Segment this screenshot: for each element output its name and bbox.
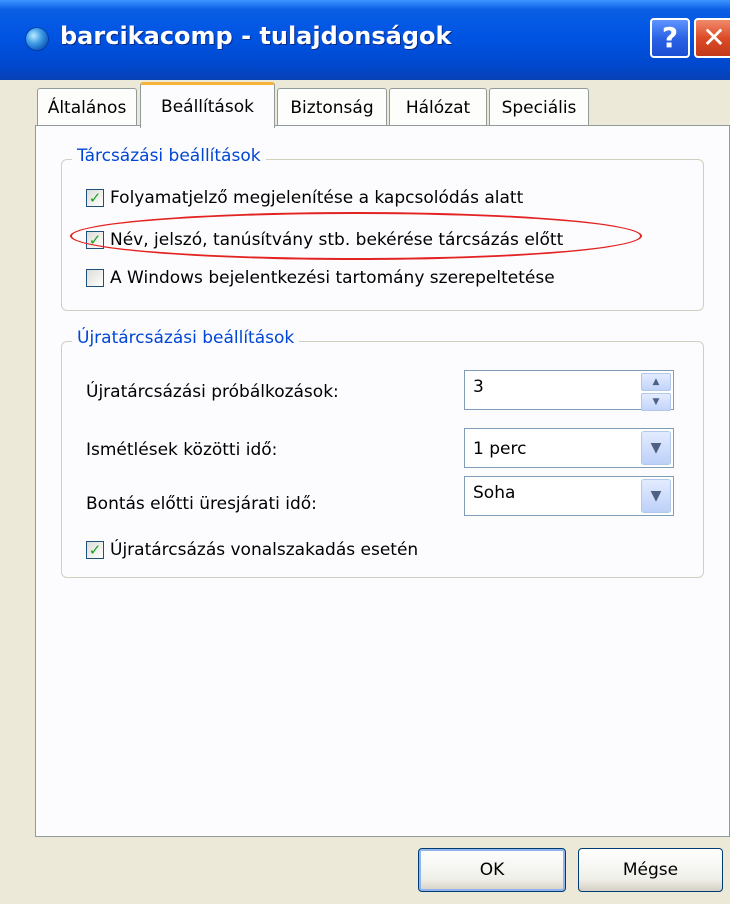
idle-time-value: Soha — [473, 483, 516, 503]
redial-interval-value: 1 perc — [473, 439, 527, 459]
prompt-credentials-option[interactable]: ✓ Név, jelszó, tanúsítvány stb. bekérése… — [86, 230, 563, 250]
include-domain-checkbox[interactable] — [86, 269, 104, 287]
spin-up-icon[interactable]: ▲ — [641, 373, 671, 391]
cancel-button[interactable]: Mégse — [578, 848, 723, 892]
chevron-down-icon[interactable]: ▼ — [641, 431, 671, 465]
include-domain-label: A Windows bejelentkezési tartomány szere… — [110, 268, 555, 288]
tab-general[interactable]: Általános — [37, 88, 137, 126]
show-progress-checkbox[interactable]: ✓ — [86, 189, 104, 207]
redial-settings-legend: Újratárcsázási beállítások — [72, 328, 300, 348]
redial-settings-group: Újratárcsázási beállítások Újratárcsázás… — [61, 328, 704, 578]
redial-on-drop-label: Újratárcsázás vonalszakadás esetén — [110, 540, 419, 560]
chevron-down-icon[interactable]: ▼ — [641, 479, 671, 513]
tab-settings[interactable]: Beállítások — [140, 82, 275, 128]
network-globe-icon — [26, 28, 48, 50]
ok-button[interactable]: OK — [418, 848, 566, 892]
redial-attempts-label: Újratárcsázási próbálkozások: — [86, 382, 339, 402]
redial-interval-label: Ismétlések közötti idő: — [86, 440, 278, 460]
redial-interval-dropdown[interactable]: 1 perc ▼ — [464, 428, 674, 468]
idle-time-label: Bontás előtti üresjárati idő: — [86, 494, 317, 514]
dial-settings-group: Tárcsázási beállítások ✓ Folyamatjelző m… — [61, 146, 704, 311]
idle-time-dropdown[interactable]: Soha ▼ — [464, 476, 674, 516]
redial-attempts-spinner[interactable]: 3 ▲ ▼ — [464, 370, 674, 411]
close-button[interactable]: ✕ — [694, 18, 730, 58]
help-button[interactable]: ? — [650, 18, 690, 58]
include-domain-option[interactable]: A Windows bejelentkezési tartomány szere… — [86, 268, 555, 288]
redial-on-drop-checkbox[interactable]: ✓ — [86, 541, 104, 559]
tab-security[interactable]: Biztonság — [277, 88, 387, 126]
redial-attempts-value: 3 — [473, 377, 484, 397]
tab-network[interactable]: Hálózat — [389, 88, 487, 126]
tab-advanced[interactable]: Speciális — [489, 88, 589, 126]
show-progress-label: Folyamatjelző megjelenítése a kapcsolódá… — [110, 188, 524, 208]
window-title: barcikacomp - tulajdonságok — [60, 22, 452, 50]
dial-settings-legend: Tárcsázási beállítások — [72, 146, 266, 166]
spin-down-icon[interactable]: ▼ — [641, 393, 671, 411]
settings-panel: Tárcsázási beállítások ✓ Folyamatjelző m… — [35, 125, 730, 837]
spin-buttons: ▲ ▼ — [641, 373, 671, 411]
prompt-credentials-label: Név, jelszó, tanúsítvány stb. bekérése t… — [110, 230, 564, 250]
title-bar: barcikacomp - tulajdonságok ? ✕ — [0, 0, 730, 80]
show-progress-option[interactable]: ✓ Folyamatjelző megjelenítése a kapcsoló… — [86, 188, 523, 208]
redial-on-drop-option[interactable]: ✓ Újratárcsázás vonalszakadás esetén — [86, 540, 418, 560]
prompt-credentials-checkbox[interactable]: ✓ — [86, 231, 104, 249]
